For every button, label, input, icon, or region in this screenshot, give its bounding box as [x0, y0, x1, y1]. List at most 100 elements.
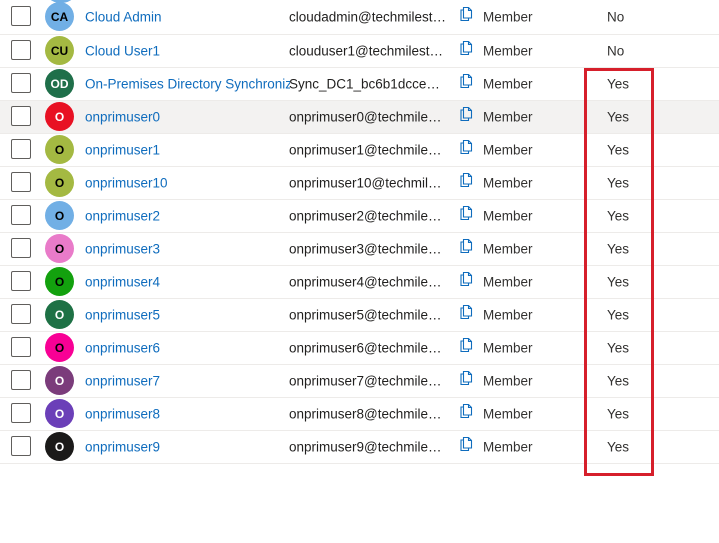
user-type: Member [483, 175, 533, 191]
user-name-link[interactable]: onprimuser2 [85, 209, 290, 224]
user-name-link[interactable]: onprimuser10 [85, 176, 290, 191]
user-type: Member [483, 142, 533, 158]
user-type: Member [483, 439, 533, 455]
copy-icon[interactable] [458, 436, 474, 452]
avatar: O [45, 333, 74, 362]
row-checkbox[interactable] [11, 271, 31, 291]
avatar: O [45, 168, 74, 197]
onprem-sync-status: Yes [607, 340, 630, 356]
user-principal-name: onprimuser4@techmilest... [289, 274, 447, 290]
row-checkbox[interactable] [11, 403, 31, 423]
users-grid: CA Cloud Admin cloudadmin@techmilesto... Me… [0, 0, 719, 464]
onprem-sync-status: Yes [607, 406, 630, 422]
onprem-sync-status: No [607, 43, 625, 59]
onprem-sync-status: Yes [607, 175, 630, 191]
user-name-link[interactable]: Cloud Admin [85, 10, 290, 25]
table-row[interactable]: Oonprimuser2 onprimuser2@techmilest... Mem… [0, 200, 719, 233]
avatar: O [45, 300, 74, 329]
avatar: OD [45, 69, 74, 98]
user-name-link[interactable]: Cloud User1 [85, 44, 290, 59]
table-row[interactable]: Oonprimuser8 onprimuser8@techmilest... Mem… [0, 398, 719, 431]
copy-icon[interactable] [458, 6, 474, 22]
row-checkbox[interactable] [11, 205, 31, 225]
copy-icon[interactable] [458, 271, 474, 287]
copy-icon[interactable] [458, 73, 474, 89]
table-row[interactable]: Oonprimuser10 onprimuser10@techmiles... Me… [0, 167, 719, 200]
avatar: O [45, 102, 74, 131]
onprem-sync-status: Yes [607, 109, 630, 125]
table-row[interactable]: OD On-Premises Directory Synchronizat Sync… [0, 68, 719, 101]
user-name-link[interactable]: onprimuser7 [85, 374, 290, 389]
user-type: Member [483, 208, 533, 224]
user-type: Member [483, 109, 533, 125]
table-row[interactable]: Oonprimuser9 onprimuser9@techmilest... Mem… [0, 431, 719, 464]
user-principal-name: onprimuser3@techmilest... [289, 241, 447, 257]
user-type: Member [483, 9, 533, 25]
row-checkbox[interactable] [11, 73, 31, 93]
table-row[interactable]: CU Cloud User1 clouduser1@techmileston... M… [0, 35, 719, 68]
copy-icon[interactable] [458, 370, 474, 386]
user-type: Member [483, 373, 533, 389]
user-type: Member [483, 241, 533, 257]
user-principal-name: onprimuser1@techmilest... [289, 142, 447, 158]
table-row[interactable]: Oonprimuser6 onprimuser6@techmilest... Mem… [0, 332, 719, 365]
copy-icon[interactable] [458, 40, 474, 56]
onprem-sync-status: No [607, 9, 625, 25]
row-checkbox[interactable] [11, 172, 31, 192]
copy-icon[interactable] [458, 403, 474, 419]
copy-icon[interactable] [458, 238, 474, 254]
table-row[interactable]: Oonprimuser7 onprimuser7@techmilest... Mem… [0, 365, 719, 398]
table-row[interactable]: Oonprimuser0 onprimuser0@techmilest... Mem… [0, 101, 719, 134]
copy-icon[interactable] [458, 205, 474, 221]
row-checkbox[interactable] [11, 337, 31, 357]
table-row[interactable]: Oonprimuser3 onprimuser3@techmilest... Mem… [0, 233, 719, 266]
user-name-link[interactable]: onprimuser8 [85, 407, 290, 422]
user-name-link[interactable]: onprimuser6 [85, 341, 290, 356]
user-principal-name: onprimuser5@techmilest... [289, 307, 447, 323]
user-name-link[interactable]: onprimuser0 [85, 110, 290, 125]
avatar: O [45, 201, 74, 230]
row-checkbox[interactable] [11, 436, 31, 456]
table-row[interactable]: CA Cloud Admin cloudadmin@techmilesto... Me… [0, 0, 719, 35]
avatar: O [45, 234, 74, 263]
row-checkbox[interactable] [11, 304, 31, 324]
onprem-sync-status: Yes [607, 373, 630, 389]
user-name-link[interactable]: onprimuser9 [85, 440, 290, 455]
user-name-link[interactable]: onprimuser1 [85, 143, 290, 158]
copy-icon[interactable] [458, 304, 474, 320]
row-checkbox[interactable] [11, 139, 31, 159]
row-checkbox[interactable] [11, 238, 31, 258]
onprem-sync-status: Yes [607, 76, 630, 92]
row-checkbox[interactable] [11, 40, 31, 60]
row-checkbox[interactable] [11, 6, 31, 26]
user-type: Member [483, 340, 533, 356]
user-type: Member [483, 43, 533, 59]
onprem-sync-status: Yes [607, 439, 630, 455]
user-name-link[interactable]: On-Premises Directory Synchronizat [85, 77, 290, 92]
avatar: CU [45, 36, 74, 65]
table-row[interactable]: Oonprimuser4 onprimuser4@techmilest... Mem… [0, 266, 719, 299]
user-principal-name: onprimuser2@techmilest... [289, 208, 447, 224]
table-row[interactable]: Oonprimuser1 onprimuser1@techmilest... Mem… [0, 134, 719, 167]
avatar: O [45, 399, 74, 428]
copy-icon[interactable] [458, 106, 474, 122]
user-name-link[interactable]: onprimuser5 [85, 308, 290, 323]
row-checkbox[interactable] [11, 106, 31, 126]
user-principal-name: onprimuser6@techmilest... [289, 340, 447, 356]
copy-icon[interactable] [458, 172, 474, 188]
user-name-link[interactable]: onprimuser3 [85, 242, 290, 257]
user-type: Member [483, 307, 533, 323]
copy-icon[interactable] [458, 337, 474, 353]
user-principal-name: onprimuser0@techmilest... [289, 109, 447, 125]
avatar: CA [45, 2, 74, 31]
avatar: O [45, 366, 74, 395]
user-type: Member [483, 76, 533, 92]
copy-icon[interactable] [458, 139, 474, 155]
user-name-link[interactable]: onprimuser4 [85, 275, 290, 290]
onprem-sync-status: Yes [607, 274, 630, 290]
row-checkbox[interactable] [11, 370, 31, 390]
user-principal-name: cloudadmin@techmilesto... [289, 9, 447, 25]
user-principal-name: clouduser1@techmileston... [289, 43, 447, 59]
table-row[interactable]: Oonprimuser5 onprimuser5@techmilest... Mem… [0, 299, 719, 332]
avatar: O [45, 432, 74, 461]
